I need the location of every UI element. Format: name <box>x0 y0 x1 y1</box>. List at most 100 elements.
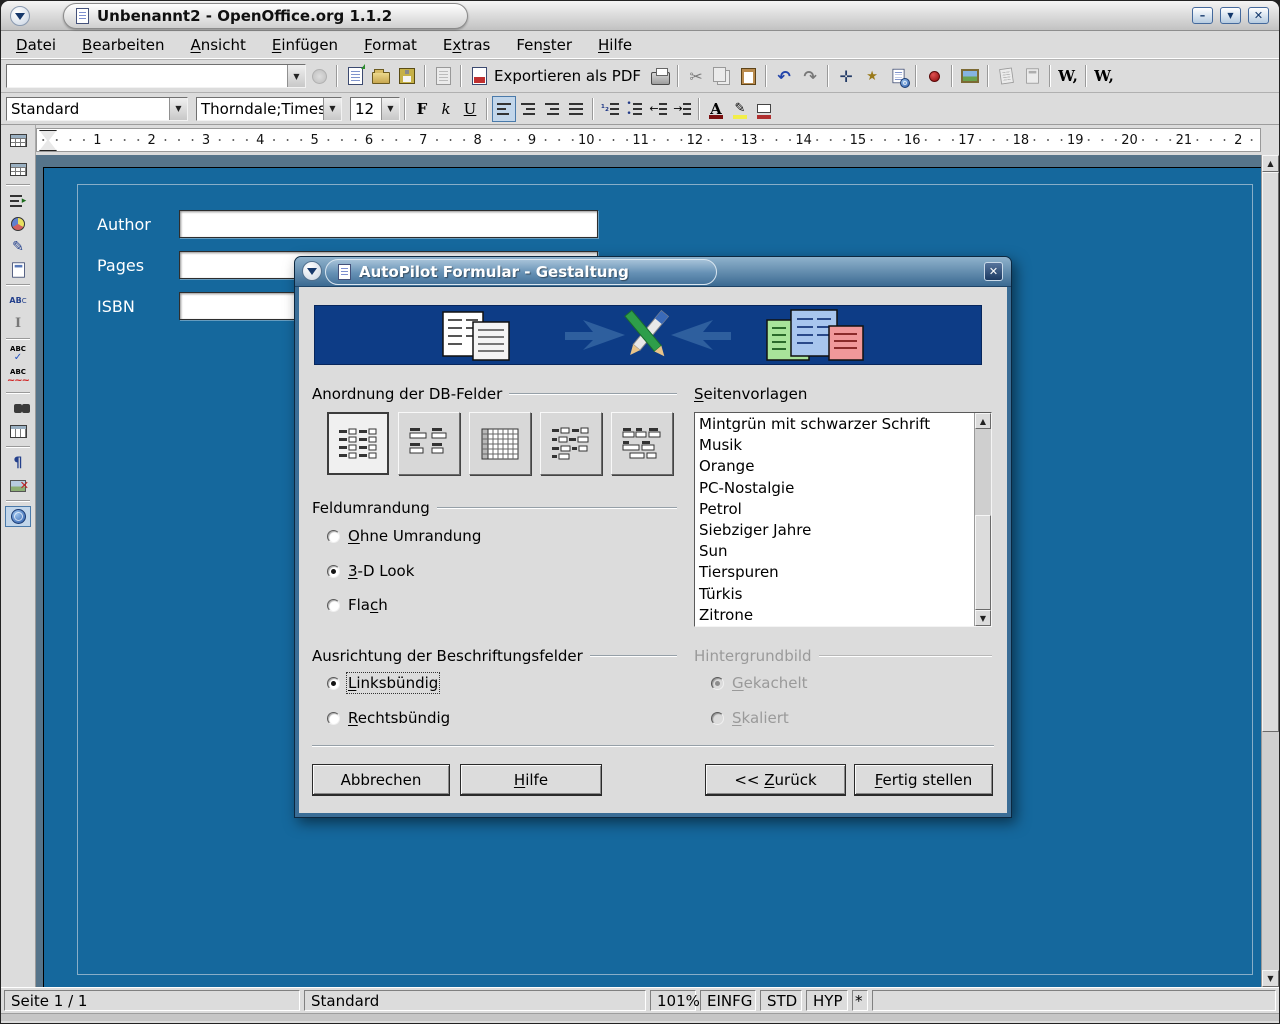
word-doc-icon[interactable]: W, <box>1055 63 1081 89</box>
align-right-icon[interactable] <box>540 96 564 122</box>
radio-icon[interactable] <box>327 530 340 543</box>
data-sources-icon[interactable] <box>5 421 31 442</box>
url-input[interactable] <box>7 65 287 87</box>
save-icon[interactable] <box>394 63 420 89</box>
cut-icon[interactable]: ✂ <box>683 63 709 89</box>
radio-flat[interactable]: Flach <box>327 596 388 614</box>
layout-columns-labels-top-button[interactable] <box>398 412 460 475</box>
highlighting-icon[interactable]: ✎ <box>728 96 752 122</box>
nonprinting-characters-icon[interactable]: ¶ <box>5 452 31 473</box>
paragraph-style-combo[interactable]: Standard ▼ <box>6 97 188 121</box>
find-icon[interactable] <box>5 398 31 419</box>
form-design-icon[interactable] <box>1019 63 1045 89</box>
page-styles-listbox[interactable]: Mintgrün mit schwarzer SchriftMusikOrang… <box>694 412 992 627</box>
radio-icon[interactable] <box>327 565 340 578</box>
finish-button[interactable]: Fertig stellen <box>854 764 993 796</box>
spellcheck-icon[interactable]: ABC✓ <box>5 344 31 365</box>
insert-index-icon[interactable]: I <box>5 313 31 334</box>
underline-icon[interactable]: U <box>458 96 482 122</box>
navigator-icon[interactable]: ✛ <box>833 63 859 89</box>
align-center-icon[interactable] <box>516 96 540 122</box>
menu-item[interactable]: Extras <box>430 33 503 57</box>
window-titlebar[interactable]: Unbenannt2 - OpenOffice.org 1.1.2 – ▼ ✕ <box>1 1 1279 31</box>
align-left-icon[interactable] <box>492 96 516 122</box>
stop-icon[interactable] <box>306 63 332 89</box>
font-dropdown-button[interactable]: ▼ <box>323 98 341 120</box>
status-modified-flag[interactable]: * <box>852 990 868 1011</box>
insert-table-icon[interactable] <box>5 159 31 180</box>
maximize-button[interactable]: ▼ <box>1220 7 1241 24</box>
copy-icon[interactable] <box>709 63 735 89</box>
list-item[interactable]: Orange <box>699 456 974 477</box>
redo-icon[interactable]: ↷ <box>797 63 823 89</box>
layout-columns-labels-left-button[interactable] <box>327 412 389 475</box>
scrollbar-thumb[interactable] <box>975 515 991 610</box>
radio-icon[interactable] <box>327 599 340 612</box>
menu-item[interactable]: Bearbeiten <box>69 33 177 57</box>
status-hyperlink-mode[interactable]: HYP <box>806 990 848 1011</box>
export-pdf-label[interactable]: Exportieren als PDF <box>494 67 641 85</box>
graphics-toggle-icon[interactable] <box>5 475 31 496</box>
font-name-combo[interactable]: Thorndale;Times ▼ <box>196 97 342 121</box>
insert-table-icon[interactable] <box>10 134 27 147</box>
insert-fields-icon[interactable]: ▸ <box>5 190 31 211</box>
form-field-input[interactable] <box>179 210 598 238</box>
increase-indent-icon[interactable]: → <box>670 96 694 122</box>
style-dropdown-button[interactable]: ▼ <box>169 98 187 120</box>
form-functions-icon[interactable] <box>5 259 31 280</box>
cancel-button[interactable]: Abbrechen <box>312 764 450 796</box>
dialog-close-icon[interactable]: ✕ <box>984 262 1003 281</box>
radio-3d-look[interactable]: 3-D Look <box>327 562 414 580</box>
list-item[interactable]: Petrol <box>699 499 974 520</box>
status-insert-mode[interactable]: EINFG <box>700 990 756 1011</box>
radio-no-border[interactable]: Ohne Umrandung <box>327 527 481 545</box>
scrollbar-thumb[interactable] <box>1262 172 1279 732</box>
new-document-icon[interactable] <box>342 63 368 89</box>
menu-item[interactable]: Einfügen <box>259 33 351 57</box>
radio-icon[interactable] <box>327 677 340 690</box>
list-item[interactable]: Siebziger Jahre <box>699 520 974 541</box>
list-item[interactable]: Türkis <box>699 584 974 605</box>
online-layout-icon[interactable] <box>5 506 31 527</box>
layout-blocks-labels-top-button[interactable] <box>611 412 673 475</box>
back-button[interactable]: << Zurück <box>705 764 846 796</box>
scroll-up-icon[interactable]: ▲ <box>975 413 991 429</box>
menu-item[interactable]: Format <box>351 33 430 57</box>
paste-icon[interactable] <box>735 63 761 89</box>
status-selection-mode[interactable]: STD <box>760 990 802 1011</box>
window-menu-button[interactable] <box>10 6 30 26</box>
status-zoom[interactable]: 101% <box>650 990 696 1011</box>
size-dropdown-button[interactable]: ▼ <box>381 98 399 120</box>
list-item[interactable]: Mintgrün mit schwarzer Schrift <box>699 414 974 435</box>
insert-object-icon[interactable] <box>5 213 31 234</box>
help-button[interactable]: Hilfe <box>460 764 602 796</box>
gallery-icon[interactable] <box>957 63 983 89</box>
autospellcheck-icon[interactable]: ABC~~~ <box>5 367 31 388</box>
background-color-icon[interactable] <box>752 96 776 122</box>
bold-icon[interactable]: F <box>410 96 434 122</box>
italic-icon[interactable]: k <box>434 96 458 122</box>
numbered-list-icon[interactable]: ¹₂ <box>598 96 622 122</box>
open-icon[interactable] <box>368 63 394 89</box>
draw-functions-icon[interactable]: ✎ <box>5 236 31 257</box>
menu-item[interactable]: Ansicht <box>177 33 258 57</box>
list-item[interactable]: Musik <box>699 435 974 456</box>
list-item[interactable]: PC-Nostalgie <box>699 478 974 499</box>
layout-blocks-labels-left-button[interactable] <box>540 412 602 475</box>
edit-file-icon[interactable] <box>430 63 456 89</box>
listbox-scrollbar[interactable]: ▲ ▼ <box>974 413 991 626</box>
font-color-icon[interactable]: A <box>704 96 728 122</box>
font-size-combo[interactable]: 12 ▼ <box>350 97 400 121</box>
undo-icon[interactable]: ↶ <box>771 63 797 89</box>
list-item[interactable]: Zitrone <box>699 605 974 626</box>
hyperlink-icon[interactable] <box>885 63 911 89</box>
autopilot-icon[interactable]: ★ <box>859 63 885 89</box>
horizontal-ruler[interactable]: 1234567891011121314151617181920212 <box>36 128 1261 152</box>
status-page[interactable]: Seite 1 / 1 <box>4 990 300 1011</box>
menu-item[interactable]: Datei <box>3 33 69 57</box>
dialog-titlebar[interactable]: AutoPilot Formular - Gestaltung ✕ <box>295 257 1011 287</box>
minimize-button[interactable]: – <box>1192 7 1213 24</box>
record-macro-icon[interactable] <box>921 63 947 89</box>
radio-align-left[interactable]: Linksbündig <box>327 674 438 692</box>
justify-icon[interactable] <box>564 96 588 122</box>
